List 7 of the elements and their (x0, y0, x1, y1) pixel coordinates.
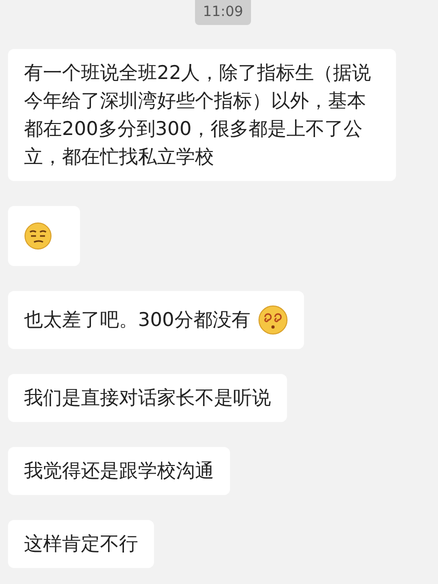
message-bubble: 这样肯定不行 (8, 520, 154, 568)
message-bubble: 有一个班说全班22人，除了指标生（据说今年给了深圳湾好些个指标）以外，基本都在200多分到300，很多都是上不了公立，都在忙找私立学校 (8, 49, 396, 181)
message-bubble: 我们是直接对话家长不是听说 (8, 374, 287, 422)
message-text: 也太差了吧。300分都没有 (24, 308, 250, 333)
message-bubble: 我觉得还是跟学校沟通 (8, 447, 230, 495)
timestamp: 11:09 (194, 0, 252, 25)
dizzy-emoji-icon (258, 305, 288, 335)
